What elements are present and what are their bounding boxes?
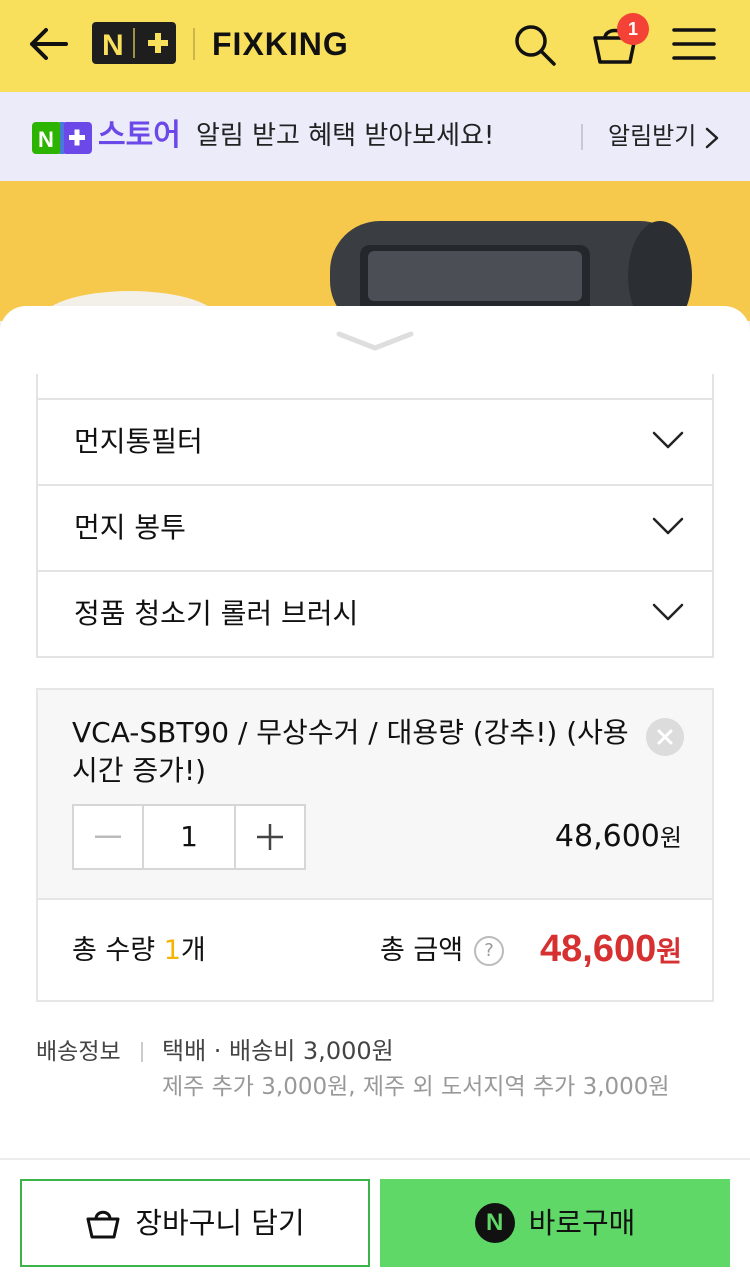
total-amount: 48,600원 bbox=[540, 924, 682, 977]
minus-icon bbox=[95, 835, 121, 838]
help-question-icon[interactable]: ? bbox=[474, 936, 504, 966]
svg-text:N: N bbox=[38, 127, 54, 152]
option-label: 먼지통필터 bbox=[74, 425, 203, 458]
chevron-down-icon bbox=[652, 603, 684, 621]
shopping-basket-icon bbox=[86, 1210, 120, 1239]
store-brand-name[interactable]: FIXKING bbox=[212, 24, 349, 64]
selected-option-name: VCA-SBT90 / 무상수거 / 대용량 (강추!) (사용시간 증가!) bbox=[72, 716, 629, 787]
buy-now-button[interactable]: N 바로구매 bbox=[380, 1179, 730, 1267]
naver-plus-store-logo: N bbox=[32, 122, 92, 154]
subscribe-alert-link[interactable]: 알림받기 bbox=[608, 118, 696, 154]
chevron-down-icon bbox=[652, 431, 684, 449]
increase-quantity-button[interactable] bbox=[236, 806, 304, 868]
shipping-extra-fee: 제주 추가 3,000원, 제주 외 도서지역 추가 3,000원 bbox=[162, 1074, 670, 1100]
option-label: 먼지 봉투 bbox=[74, 511, 186, 544]
buy-now-label: 바로구매 bbox=[528, 1206, 636, 1240]
quantity-stepper: 1 bbox=[72, 804, 306, 870]
total-quantity: 총 수량 1개 bbox=[72, 932, 206, 970]
total-amount-label: 총 금액 bbox=[380, 935, 464, 966]
plus-icon bbox=[257, 824, 283, 850]
back-arrow-icon[interactable] bbox=[26, 24, 70, 64]
total-quantity-value: 1 bbox=[163, 935, 181, 966]
option-dropdown-dust-filter[interactable]: 먼지통필터 bbox=[38, 398, 712, 484]
product-image bbox=[0, 181, 750, 321]
cart-count-badge: 1 bbox=[617, 13, 649, 45]
total-quantity-unit: 개 bbox=[180, 935, 206, 966]
selected-option-price: 48,600원 bbox=[555, 818, 682, 857]
search-icon[interactable] bbox=[512, 22, 558, 68]
svg-text:N: N bbox=[102, 29, 124, 62]
store-label: 스토어 bbox=[98, 118, 181, 153]
add-to-cart-button[interactable]: 장바구니 담기 bbox=[20, 1179, 370, 1267]
add-to-cart-label: 장바구니 담기 bbox=[135, 1206, 305, 1240]
quantity-value[interactable]: 1 bbox=[142, 806, 236, 868]
decrease-quantity-button[interactable] bbox=[74, 806, 142, 868]
shipping-info-label: 배송정보 bbox=[36, 1039, 121, 1065]
remove-option-close-icon[interactable] bbox=[646, 718, 684, 756]
store-banner-message: 알림 받고 혜택 받아보세요! bbox=[196, 121, 495, 151]
naver-plus-logo[interactable]: N bbox=[92, 22, 176, 64]
option-dropdown-roller-brush[interactable]: 정품 청소기 롤러 브러시 bbox=[38, 570, 712, 656]
price-unit: 원 bbox=[659, 824, 682, 852]
store-banner-divider bbox=[581, 124, 583, 150]
option-label: 정품 청소기 롤러 브러시 bbox=[74, 597, 359, 630]
total-amount-value: 48,600 bbox=[540, 928, 657, 970]
brand-divider bbox=[193, 28, 195, 60]
sheet-collapse-chevron-icon[interactable] bbox=[335, 328, 415, 354]
shipping-divider bbox=[141, 1042, 143, 1062]
total-quantity-label: 총 수량 bbox=[72, 935, 164, 966]
naver-pay-icon: N bbox=[474, 1203, 515, 1243]
price-value: 48,600 bbox=[554, 819, 660, 854]
option-dropdown-dust-bag[interactable]: 먼지 봉투 bbox=[38, 484, 712, 570]
chevron-right-icon[interactable] bbox=[704, 126, 720, 150]
shipping-fee: 택배 · 배송비 3,000원 bbox=[162, 1037, 394, 1065]
hamburger-menu-icon[interactable] bbox=[672, 24, 716, 64]
total-amount-unit: 원 bbox=[656, 936, 682, 967]
chevron-down-icon bbox=[652, 517, 684, 535]
